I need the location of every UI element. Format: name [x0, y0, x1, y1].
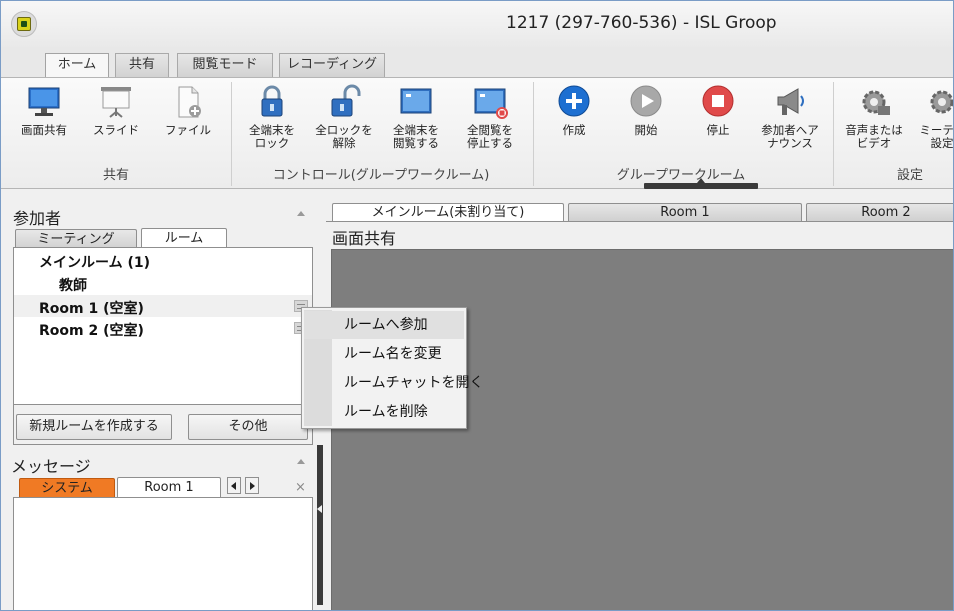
meeting-settings-label-2: 設定: [930, 136, 954, 150]
stop-icon: [700, 84, 736, 120]
create-label: 作成: [562, 123, 586, 137]
list-item-teacher[interactable]: 教師: [59, 275, 87, 295]
announce-label-2: ナウンス: [767, 136, 813, 150]
monitor-icon: [26, 84, 62, 120]
tab-underline: [326, 221, 953, 222]
screen-share-button[interactable]: 画面共有: [9, 84, 79, 137]
participants-title: 参加者: [13, 209, 62, 228]
lock-all-button[interactable]: 全端末を ロック: [237, 84, 307, 150]
other-button[interactable]: その他: [188, 414, 308, 440]
view-all-button[interactable]: 全端末を 閲覧する: [381, 84, 451, 150]
stop-button[interactable]: 停止: [683, 84, 753, 137]
start-button[interactable]: 開始: [611, 84, 681, 137]
start-label: 開始: [634, 123, 658, 137]
app-window: 1217 (297-760-536) - ISL Groop ホーム 共有 閲覧…: [0, 0, 954, 611]
unlock-all-button[interactable]: 全ロックを 解除: [309, 84, 379, 150]
gear-camera-icon: [856, 84, 892, 120]
room-button-bar: 新規ルームを作成する その他: [13, 405, 313, 445]
ribbon-divider: [833, 82, 834, 186]
file-icon: [170, 84, 206, 120]
tab-system[interactable]: システム: [19, 478, 115, 498]
tab-main-room[interactable]: メインルーム(未割り当て): [332, 203, 564, 222]
stop-label: 停止: [706, 123, 730, 137]
close-icon[interactable]: ×: [295, 480, 306, 495]
app-logo-icon[interactable]: [11, 11, 37, 37]
menu-item-open-room-chat[interactable]: ルームチャットを開く: [304, 369, 483, 397]
lock-icon: [254, 84, 290, 120]
ribbon-collapse-handle[interactable]: [644, 178, 758, 189]
tab-meeting[interactable]: ミーティング: [15, 229, 137, 249]
slide-label: スライド: [93, 123, 139, 137]
unlock-icon: [326, 84, 362, 120]
projector-screen-icon: [98, 84, 134, 120]
collapse-messages-icon[interactable]: [297, 459, 305, 464]
tab-share[interactable]: 共有: [115, 53, 169, 77]
lock-all-label-2: ロック: [254, 136, 290, 150]
group-label-groupwork: グループワークルーム: [616, 168, 746, 183]
arrow-right-icon: [250, 482, 255, 490]
room-list: メインルーム (1) 教師 Room 1 (空室) Room 2 (空室): [13, 247, 313, 405]
tab-scroll-left-button[interactable]: [227, 477, 241, 494]
stop-view-all-button[interactable]: 全閲覧を 停止する: [455, 84, 525, 150]
audio-video-label-2: ビデオ: [856, 136, 892, 150]
slide-button[interactable]: スライド: [81, 84, 151, 137]
stop-view-label-2: 停止する: [467, 136, 513, 150]
shared-screen-area[interactable]: [331, 249, 953, 610]
messages-title: メッセージ: [11, 457, 91, 476]
group-label-settings: 設定: [896, 168, 923, 183]
plus-circle-icon: [556, 84, 592, 120]
window-title: 1217 (297-760-536) - ISL Groop: [506, 13, 777, 33]
title-bar: 1217 (297-760-536) - ISL Groop: [1, 1, 953, 47]
unlock-all-label-2: 解除: [332, 136, 356, 150]
menu-item-rename-room[interactable]: ルーム名を変更: [304, 340, 464, 368]
tab-recording[interactable]: レコーディング: [279, 53, 385, 77]
tab-room-1-chat[interactable]: Room 1: [117, 477, 221, 498]
gear-icon: [924, 84, 953, 120]
tab-view-mode[interactable]: 閲覧モード: [177, 53, 273, 77]
ribbon-divider: [231, 82, 232, 186]
play-icon: [628, 84, 664, 120]
menu-item-delete-room[interactable]: ルームを削除: [304, 398, 464, 426]
list-item-room-2[interactable]: Room 2 (空室): [39, 320, 144, 340]
tab-scroll-right-button[interactable]: [245, 477, 259, 494]
stop-view-icon: [472, 84, 508, 120]
group-label-share: 共有: [102, 168, 129, 183]
list-item-room-1[interactable]: Room 1 (空室): [39, 298, 144, 318]
file-button[interactable]: ファイル: [153, 84, 223, 137]
tab-room-1[interactable]: Room 1: [568, 203, 802, 222]
screen-share-title: 画面共有: [332, 229, 397, 248]
ribbon-tab-bar: ホーム 共有 閲覧モード レコーディング: [1, 47, 953, 78]
room-context-menu: ルームへ参加 ルーム名を変更 ルームチャットを開く ルームを削除: [301, 307, 483, 429]
ribbon: 画面共有 スライド ファイル 共有 全端末を ロック 全ロックを 解除 全端末を…: [1, 77, 954, 189]
left-panel: 参加者 ミーティング ルーム メインルーム (1) 教師 Room 1 (空室)…: [5, 193, 315, 610]
view-screens-icon: [398, 84, 434, 120]
tab-room-2[interactable]: Room 2: [806, 203, 953, 222]
tab-room[interactable]: ルーム: [141, 228, 227, 249]
tab-home[interactable]: ホーム: [45, 53, 109, 78]
collapse-participants-icon[interactable]: [297, 211, 305, 216]
view-all-label-2: 閲覧する: [393, 136, 439, 150]
ribbon-divider: [533, 82, 534, 186]
meeting-settings-button[interactable]: ミーティ 設定: [907, 84, 954, 150]
screen-share-label: 画面共有: [21, 123, 67, 137]
group-label-control: コントロール(グループワークルーム): [272, 168, 490, 183]
splitter-grip[interactable]: [317, 445, 323, 605]
message-list: [13, 497, 313, 610]
list-item-main-room[interactable]: メインルーム (1): [39, 252, 150, 272]
menu-item-join-room[interactable]: ルームへ参加: [304, 311, 464, 339]
create-room-button[interactable]: 新規ルームを作成する: [16, 414, 172, 440]
arrow-left-icon: [231, 482, 236, 490]
file-label: ファイル: [165, 123, 211, 137]
announce-button[interactable]: 参加者へア ナウンス: [755, 84, 825, 150]
megaphone-icon: [772, 84, 808, 120]
audio-video-button[interactable]: 音声または ビデオ: [839, 84, 909, 150]
create-room-ribbon-button[interactable]: 作成: [539, 84, 609, 137]
